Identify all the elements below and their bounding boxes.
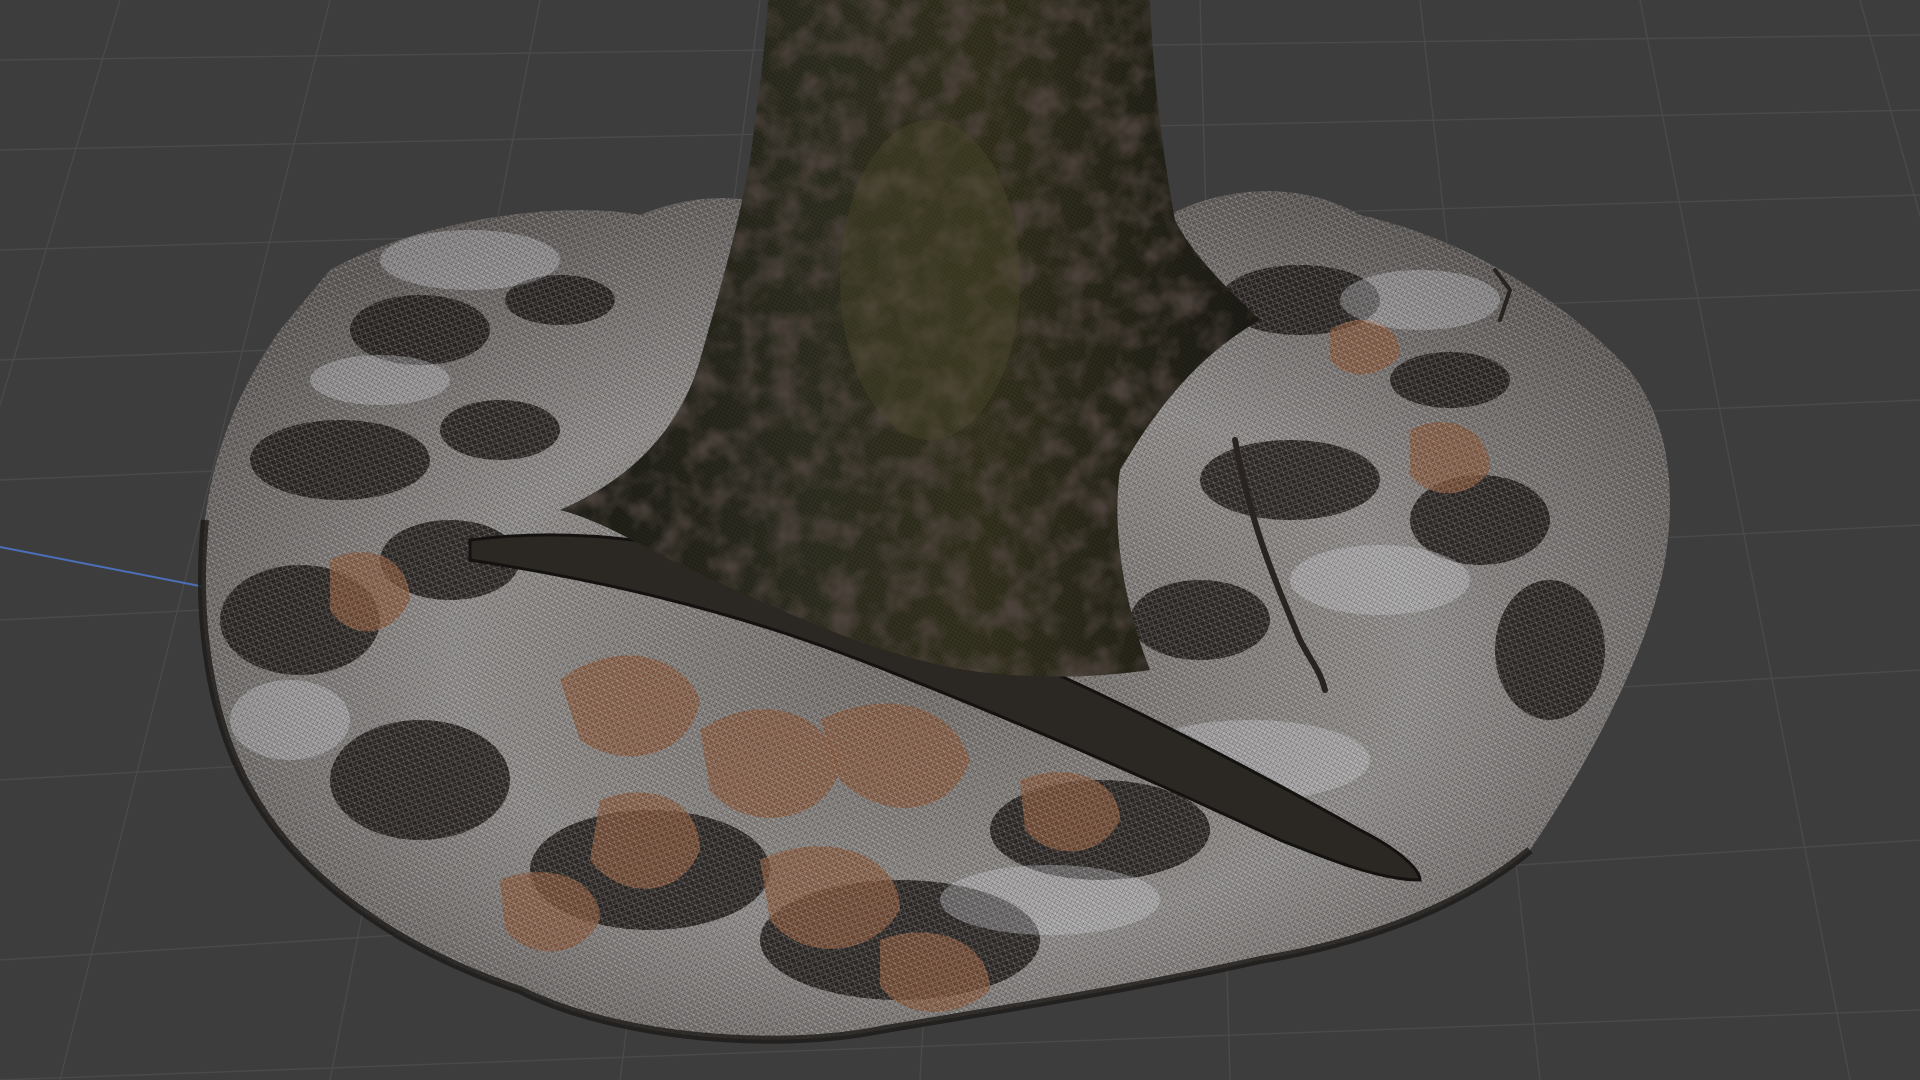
- x-axis-line: [0, 546, 206, 588]
- 3d-viewport[interactable]: [0, 0, 1920, 1080]
- viewport-canvas[interactable]: [0, 0, 1920, 1080]
